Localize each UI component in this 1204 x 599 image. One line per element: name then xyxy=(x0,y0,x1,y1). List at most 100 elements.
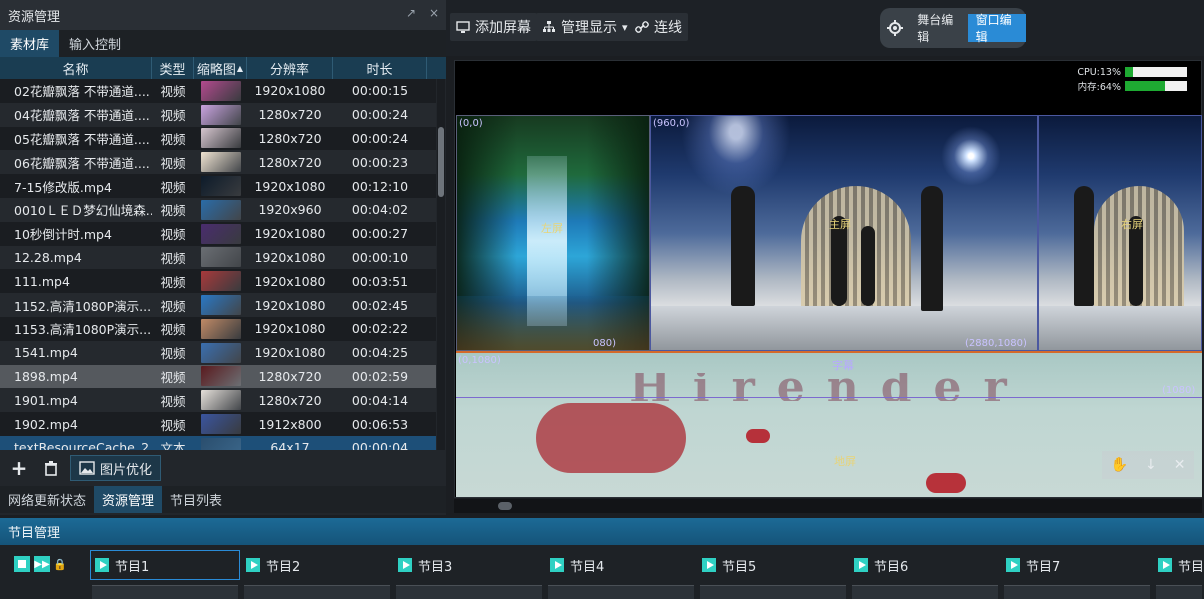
resource-resolution: 1920x1080 xyxy=(254,321,326,337)
table-row[interactable]: 05花瓣飘落 不带通道.... 视频 1280x720 00:00:24 xyxy=(0,126,436,151)
col-thumbnail[interactable]: 缩略图 ▲ xyxy=(194,57,247,79)
table-row[interactable]: 7-15修改版.mp4 视频 1920x1080 00:12:10 xyxy=(0,174,436,198)
table-row[interactable]: 1902.mp4 视频 1912x800 00:06:53 xyxy=(0,412,436,436)
program-timeline[interactable] xyxy=(700,585,846,599)
resource-type: 视频 xyxy=(160,322,186,338)
play-icon[interactable] xyxy=(550,558,564,572)
table-row[interactable]: 0010ＬＥＤ梦幻仙境森... 视频 1920x960 00:04:02 xyxy=(0,197,436,222)
resource-duration: 00:02:22 xyxy=(351,321,409,337)
col-duration[interactable]: 时长 xyxy=(333,57,427,79)
resource-type: 视频 xyxy=(160,298,186,314)
play-all-button[interactable] xyxy=(14,556,30,572)
play-icon[interactable] xyxy=(1006,558,1020,572)
settings-gear-button[interactable] xyxy=(884,16,905,40)
stage-edit-toggle[interactable]: 舞台编辑 xyxy=(909,13,967,44)
program-tab[interactable]: 节目2 xyxy=(242,550,392,580)
preview-scrollbar-thumb[interactable] xyxy=(498,502,512,510)
close-icon[interactable]: ✕ xyxy=(1174,457,1186,473)
play-icon[interactable] xyxy=(95,558,109,572)
resource-type: 视频 xyxy=(160,346,186,362)
resource-resolution: 1280x720 xyxy=(258,130,322,146)
left-screen[interactable]: (0,0) 左屏 080) xyxy=(456,115,650,351)
col-type[interactable]: 类型 xyxy=(152,57,194,79)
program-label: 节目 xyxy=(1178,559,1204,575)
play-icon[interactable] xyxy=(702,558,716,572)
play-icon[interactable] xyxy=(1158,558,1172,572)
next-button[interactable]: ▶▶ xyxy=(34,556,50,572)
pin-icon[interactable]: ↗ xyxy=(406,6,416,20)
preview-scrollbar[interactable] xyxy=(454,499,1202,513)
program-timeline[interactable] xyxy=(244,585,390,599)
hand-icon[interactable]: ✋ xyxy=(1111,457,1128,473)
col-resolution[interactable]: 分辨率 xyxy=(247,57,333,79)
program-timeline[interactable] xyxy=(1156,585,1202,599)
program-timeline[interactable] xyxy=(92,585,238,599)
program-timeline[interactable] xyxy=(396,585,542,599)
stage-preview[interactable]: CPU:13% 内存:64% (0,0) 左屏 080) (960,0) 主屏 … xyxy=(454,60,1202,498)
play-icon[interactable] xyxy=(398,558,412,572)
table-row[interactable]: 10秒倒计时.mp4 视频 1920x1080 00:00:27 xyxy=(0,221,436,246)
thumbnail-image xyxy=(200,390,241,411)
main-screen-label: 主屏 xyxy=(829,218,851,231)
resource-type: 视频 xyxy=(160,227,186,243)
resource-duration: 00:00:04 xyxy=(351,440,409,450)
thumbnail-image xyxy=(200,366,241,387)
table-row[interactable]: 1901.mp4 视频 1280x720 00:04:14 xyxy=(0,388,436,413)
program-tab[interactable]: 节目4 xyxy=(546,550,696,580)
program-tab[interactable]: 节目6 xyxy=(850,550,1000,580)
resource-name: 7-15修改版.mp4 xyxy=(14,179,112,195)
down-arrow-icon[interactable]: ↓ xyxy=(1145,457,1157,473)
lock-icon[interactable]: 🔒 xyxy=(53,556,67,572)
table-row[interactable]: 1152.高清1080P演示... 视频 1920x1080 00:02:45 xyxy=(0,293,436,317)
close-icon[interactable]: × xyxy=(429,6,439,20)
program-tab[interactable]: 节目 xyxy=(1154,550,1204,580)
plus-icon[interactable]: + xyxy=(6,455,32,481)
table-row[interactable]: 1898.mp4 视频 1280x720 00:02:59 xyxy=(0,364,436,389)
tab-program-list[interactable]: 节目列表 xyxy=(162,486,230,513)
resource-resolution: 1280x720 xyxy=(258,392,322,408)
table-row[interactable]: textResourceCache_2... 文本 64x17 00:00:04 xyxy=(0,435,436,450)
program-timeline[interactable] xyxy=(548,585,694,599)
right-screen[interactable]: 右屏 xyxy=(1038,115,1202,351)
program-tab[interactable]: 节目5 xyxy=(698,550,848,580)
connect-button[interactable]: 连线 xyxy=(629,13,688,41)
table-row[interactable]: 12.28.mp4 视频 1920x1080 00:00:10 xyxy=(0,245,436,270)
play-icon[interactable] xyxy=(246,558,260,572)
scrollbar-thumb[interactable] xyxy=(438,127,444,197)
program-tab[interactable]: 节目3 xyxy=(394,550,544,580)
thumbnail-image xyxy=(200,104,241,125)
stage-floor-right xyxy=(1039,306,1201,350)
tab-material-library[interactable]: 素材库 xyxy=(0,30,60,57)
program-timeline[interactable] xyxy=(852,585,998,599)
play-icon[interactable] xyxy=(854,558,868,572)
table-row[interactable]: 04花瓣飘落 不带通道.... 视频 1280x720 00:00:24 xyxy=(0,102,436,127)
add-resource-button[interactable] xyxy=(36,455,66,481)
program-tab[interactable]: 节目1 xyxy=(90,550,240,580)
tab-resource-manage[interactable]: 资源管理 xyxy=(94,486,163,513)
window-edit-toggle[interactable]: 窗口编辑 xyxy=(967,13,1026,44)
tab-network-status[interactable]: 网络更新状态 xyxy=(0,486,94,513)
image-optimize-button[interactable]: 图片优化 xyxy=(70,455,162,481)
resource-thumbnail xyxy=(194,271,247,292)
program-timeline[interactable] xyxy=(1004,585,1150,599)
floor-screen[interactable]: Hirender (0,1080) 字幕 地屏 (1080) ✋ ↓ ✕ xyxy=(456,351,1202,497)
table-scrollbar[interactable] xyxy=(437,79,445,450)
table-row[interactable]: 02花瓣飘落 不带通道.... 视频 1920x1080 00:00:15 xyxy=(0,79,436,103)
table-row[interactable]: 1153.高清1080P演示... 视频 1920x1080 00:02:22 xyxy=(0,316,436,341)
manage-display-button[interactable]: 管理显示 ▾ xyxy=(536,13,634,41)
resource-resolution: 1920x1080 xyxy=(254,83,326,99)
table-row[interactable]: 111.mp4 视频 1920x1080 00:03:51 xyxy=(0,269,436,294)
table-row[interactable]: 1541.mp4 视频 1920x1080 00:04:25 xyxy=(0,340,436,365)
thumbnail-image xyxy=(200,437,241,450)
program-tab[interactable]: 节目7 xyxy=(1002,550,1152,580)
program-label: 节目5 xyxy=(722,559,757,575)
col-name[interactable]: 名称 xyxy=(0,57,152,79)
main-screen[interactable]: (960,0) 主屏 (2880,1080) xyxy=(650,115,1038,351)
add-screen-button[interactable]: 添加屏幕 xyxy=(450,13,537,41)
guide-line xyxy=(456,397,1202,398)
table-row[interactable]: 06花瓣飘落 不带通道.... 视频 1280x720 00:00:23 xyxy=(0,150,436,175)
table-header: 名称 类型 缩略图 ▲ 分辨率 时长 xyxy=(0,57,446,79)
resource-resolution: 1920x1080 xyxy=(254,273,326,289)
petal-shape xyxy=(536,403,686,473)
tab-input-control[interactable]: 输入控制 xyxy=(59,30,131,57)
